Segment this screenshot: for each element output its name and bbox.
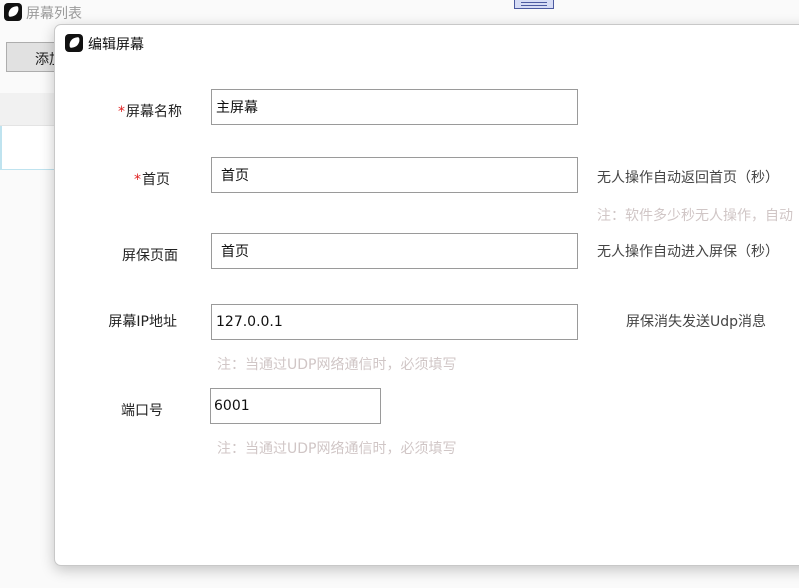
- port-label: 端口号: [121, 403, 163, 419]
- screen-ip-input[interactable]: [211, 304, 578, 340]
- screen-ip-label: 屏幕IP地址: [108, 314, 177, 330]
- screen-name-input[interactable]: [211, 89, 578, 125]
- port-note: 注：当通过UDP网络通信时，必须填写: [217, 441, 457, 457]
- home-page-input[interactable]: [211, 157, 578, 193]
- screensaver-page-label: 屏保页面: [122, 248, 178, 264]
- screensaver-timeout-hint: 无人操作自动进入屏保（秒）: [597, 244, 779, 260]
- home-timeout-hint: 无人操作自动返回首页（秒）: [597, 170, 779, 186]
- background-window-title: 屏幕列表: [26, 6, 82, 22]
- splitter-handle-top[interactable]: [514, 0, 554, 9]
- required-star: *: [118, 104, 125, 120]
- dialog-logo-icon: [65, 34, 83, 52]
- required-star: *: [134, 172, 141, 188]
- port-input[interactable]: [210, 388, 381, 424]
- screensaver-udp-hint: 屏保消失发送Udp消息: [626, 314, 767, 330]
- table-row[interactable]: [0, 126, 60, 170]
- screensaver-page-input[interactable]: [211, 233, 578, 269]
- table-header: [0, 93, 60, 126]
- home-timeout-note: 注：软件多少秒无人操作，自动: [597, 208, 793, 224]
- home-page-label: *首页: [134, 172, 170, 188]
- app-logo-icon: [4, 3, 22, 21]
- screen-ip-note: 注：当通过UDP网络通信时，必须填写: [217, 357, 457, 373]
- edit-screen-dialog: 编辑屏幕 *屏幕名称 *首页 无人操作自动返回首页（秒） 注：软件多少秒无人操作…: [54, 24, 799, 566]
- screen-name-label: *屏幕名称: [118, 104, 182, 120]
- dialog-title: 编辑屏幕: [88, 37, 144, 53]
